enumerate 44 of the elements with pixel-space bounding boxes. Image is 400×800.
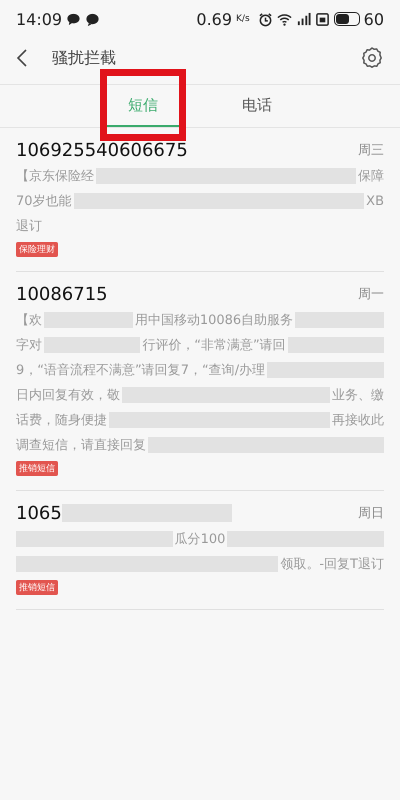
sender-number: 1065 [16, 502, 62, 524]
chat-bubble-icon [66, 12, 82, 26]
message-text: 【京东保险经 [16, 168, 94, 185]
message-text: 70岁也能 [16, 193, 72, 210]
category-tag: 推销短信 [16, 580, 58, 595]
message-text: 退订 [16, 218, 42, 235]
message-day: 周三 [358, 141, 384, 159]
message-item[interactable]: 106925540606675 周三 【京东保险经 保障 70岁也能 XB 退订 保险理财 [16, 128, 384, 272]
settings-icon[interactable] [360, 46, 384, 70]
category-tag: 保险理财 [16, 242, 58, 257]
message-text: 话费，随身便捷 [16, 412, 107, 429]
message-text: 用中国移动10086自助服务 [134, 312, 294, 329]
network-speed: 0.69 [196, 10, 232, 28]
battery-percent: 60 [364, 10, 384, 28]
page-title: 骚扰拦截 [52, 48, 116, 68]
category-tag: 推销短信 [16, 461, 58, 476]
speed-unit: K/s [236, 14, 250, 24]
message-text: 瓜分100 [174, 531, 226, 548]
sender-number: 106925540606675 [16, 140, 188, 160]
message-item[interactable]: 1065 周日 瓜分100 领取。-回复T退订 推销短信 [16, 491, 384, 610]
hd-icon [314, 12, 330, 26]
message-text: 业务、缴 [332, 387, 384, 404]
alarm-clock-icon [258, 12, 273, 26]
message-text: 调查短信，请直接回复 [16, 437, 146, 454]
chat-bubble-icon [85, 12, 100, 26]
message-text: 日内回复有效，敬 [16, 387, 120, 404]
message-day: 周日 [358, 504, 384, 522]
message-text: 【欢 [16, 312, 42, 329]
message-day: 周一 [358, 285, 384, 303]
status-time: 14:09 [16, 10, 62, 28]
message-text: 领取。-回复T退订 [280, 556, 384, 573]
battery-icon [334, 12, 360, 26]
sender-number: 10086715 [16, 284, 108, 304]
message-item[interactable]: 10086715 周一 【欢 用中国移动10086自助服务 字对 行评价，“非常满意”请回 9，“语音流程不满意”请回复7，“查询/办理 日内回复有效，敬 业务、缴 话费，随身便捷 再接收此 调查短信，请直接回复 推销短信 [16, 272, 384, 491]
back-icon[interactable] [16, 48, 28, 68]
message-text: 保障 [358, 168, 384, 185]
message-text: XB [366, 194, 384, 208]
message-text: 9，“语音流程不满意”请回复7，“查询/办理 [16, 362, 266, 379]
message-text: 再接收此 [332, 412, 384, 429]
tab[interactable]: 电话 [220, 85, 294, 127]
signal-icon [296, 12, 311, 26]
wifi-icon [276, 12, 292, 26]
message-text: 字对 [16, 337, 42, 354]
message-text: 行评价，“非常满意”请回 [142, 337, 286, 354]
